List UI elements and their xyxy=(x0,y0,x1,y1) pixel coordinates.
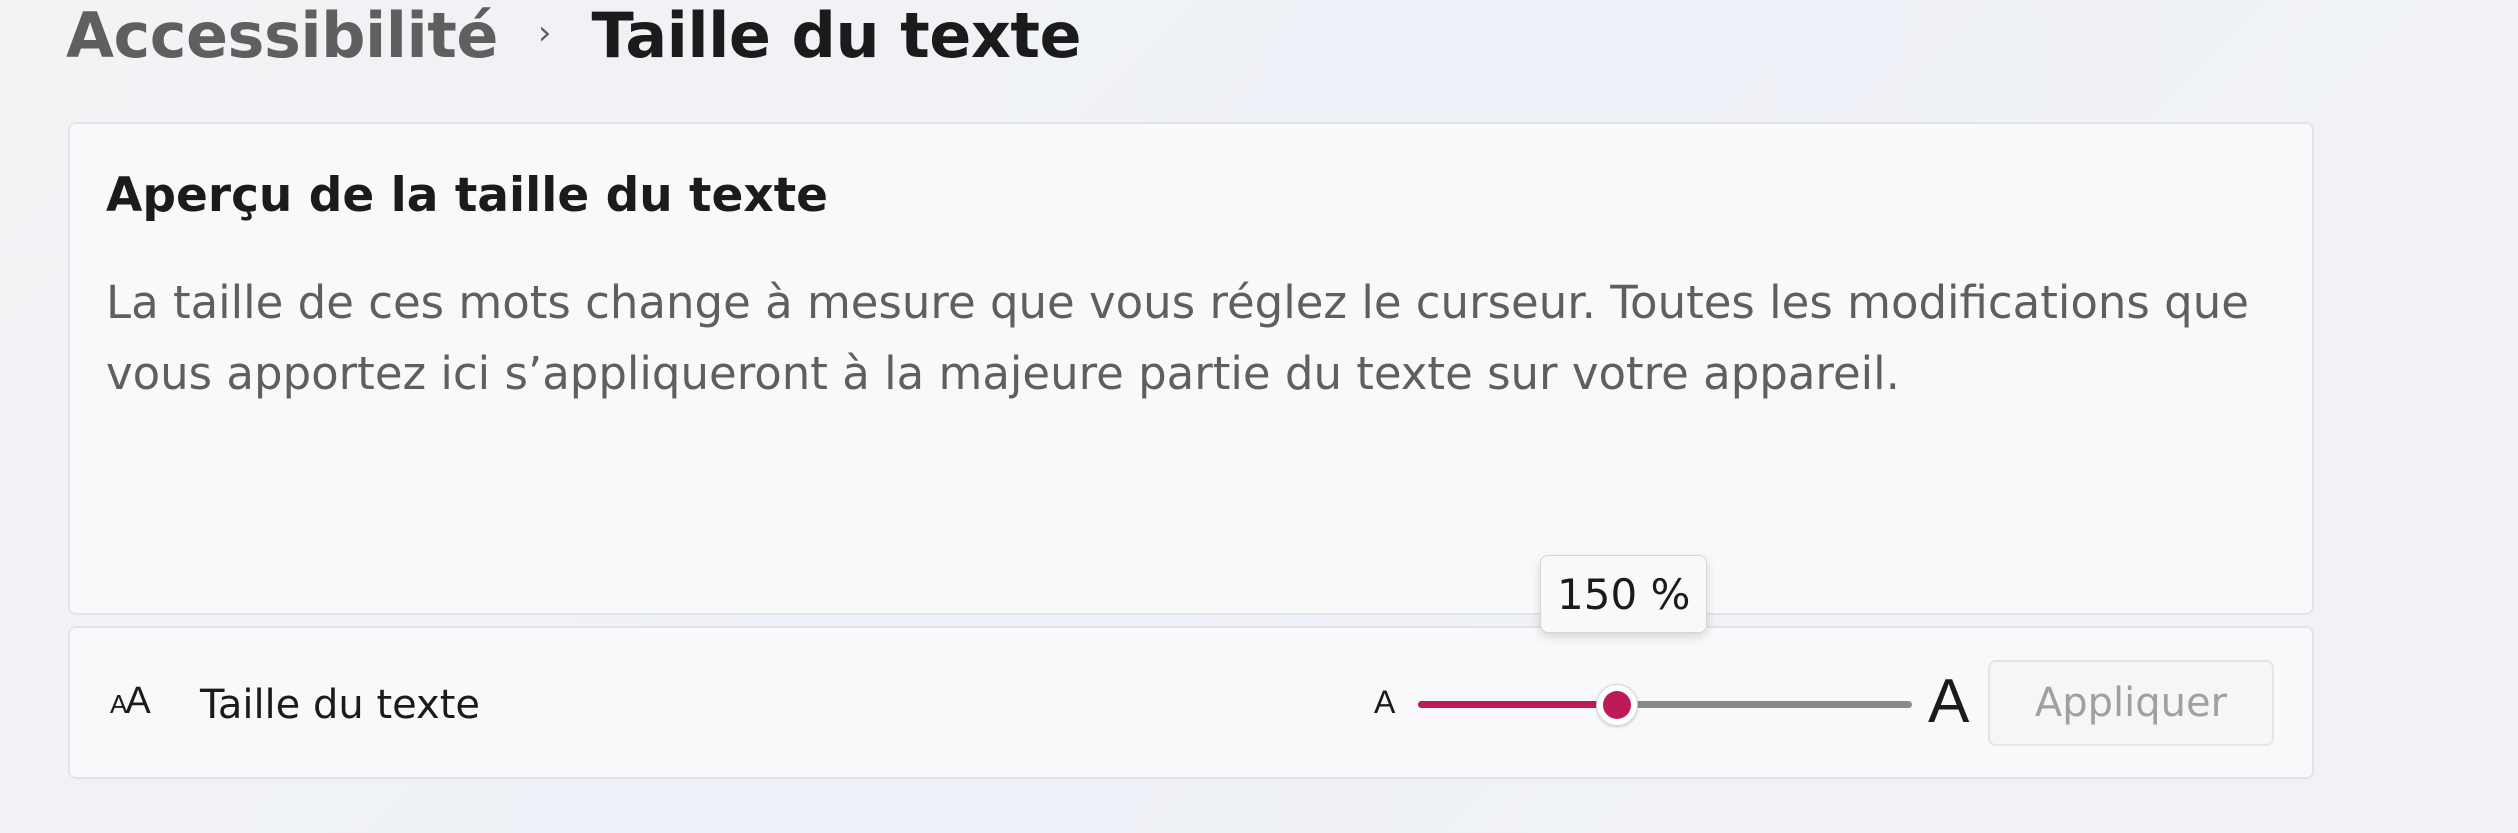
breadcrumb: Accessibilité › Taille du texte xyxy=(66,0,1082,72)
preview-text: La taille de ces mots change à mesure qu… xyxy=(106,276,2249,400)
breadcrumb-chevron-icon: › xyxy=(537,13,552,53)
slider-value-tooltip: 150 % xyxy=(1540,555,1708,633)
text-size-setting-row: AA Taille du texte A A Appliquer xyxy=(68,626,2314,779)
text-size-icon: AA xyxy=(110,680,151,722)
page-title: Taille du texte xyxy=(591,0,1082,72)
slider-max-label: A xyxy=(1928,667,1970,736)
slider-fill xyxy=(1418,701,1616,708)
breadcrumb-parent[interactable]: Accessibilité xyxy=(66,0,498,72)
text-size-label: Taille du texte xyxy=(200,682,480,728)
apply-button[interactable]: Appliquer xyxy=(1988,660,2274,746)
text-size-slider[interactable] xyxy=(1418,668,1912,738)
preview-title: Aperçu de la taille du texte xyxy=(106,168,829,223)
text-size-preview-card: Aperçu de la taille du texte La taille d… xyxy=(68,122,2314,615)
slider-thumb[interactable] xyxy=(1595,684,1638,726)
slider-min-label: A xyxy=(1374,684,1396,720)
